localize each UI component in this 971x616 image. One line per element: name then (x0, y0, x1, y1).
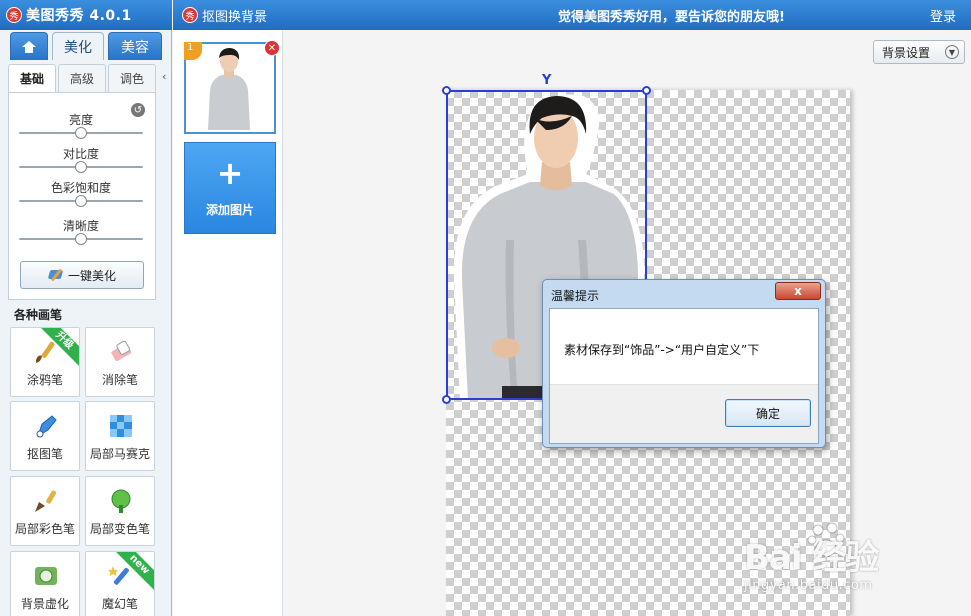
subtab-advanced[interactable]: 高级 (58, 64, 106, 92)
color-brush-icon (35, 490, 57, 512)
contrast-label: 对比度 (62, 147, 99, 161)
sharpness-slider[interactable] (19, 233, 143, 245)
brightness-slider-thumb[interactable] (75, 127, 87, 139)
dialog-message-area: 素材保存到“饰品”->“用户自定义”下 (550, 309, 818, 385)
tab-home[interactable] (10, 32, 48, 60)
thumbnail-item[interactable]: 1 ✕ (184, 40, 280, 134)
app-logo-icon: 秀 (6, 7, 22, 23)
saturation-slider-thumb[interactable] (75, 195, 87, 207)
blur-background-label: 背景虚化 (20, 597, 69, 611)
brightness-slider[interactable] (19, 127, 143, 139)
background-settings-button[interactable]: 背景设置 ▼ (873, 40, 965, 64)
collapse-panel-icon[interactable]: ‹ (162, 70, 172, 84)
eraser-tool[interactable]: 消除笔 (85, 327, 155, 397)
dialog-close-button[interactable]: x (775, 282, 821, 300)
cutout-pen-icon (36, 415, 57, 438)
rotate-handle-icon[interactable]: Y (542, 74, 554, 89)
close-icon[interactable]: ✕ (264, 40, 280, 56)
mosaic-icon (110, 415, 132, 437)
dialog-message: 素材保存到“饰品”->“用户自定义”下 (564, 343, 760, 357)
add-image-button[interactable]: + 添加图片 (184, 142, 276, 234)
eraser-label: 消除笔 (101, 373, 138, 387)
brightness-control: 亮度 (19, 111, 143, 139)
subtab-basic[interactable]: 基础 (8, 64, 56, 92)
resize-handle-top-left[interactable] (442, 86, 451, 95)
sub-tabs: 基础 高级 调色 (8, 64, 156, 92)
home-icon (22, 40, 36, 53)
saturation-control: 色彩饱和度 (19, 179, 143, 207)
magic-pen-label: 魔幻笔 (101, 597, 138, 611)
contrast-slider-thumb[interactable] (75, 161, 87, 173)
cutout-pen-tool[interactable]: 抠图笔 (10, 401, 80, 471)
left-panel: 秀 美图秀秀 4.0.1 美化 美容 基础 高级 调色 ‹ ↺ 亮度 对比度 色… (0, 0, 172, 616)
brushes-header: 各种画笔 (14, 308, 63, 322)
mosaic-label: 局部马赛克 (89, 447, 150, 461)
magic-pen-tool[interactable]: new 魔幻笔 (85, 551, 155, 616)
contrast-slider[interactable] (19, 161, 143, 173)
dialog-title: 温馨提示 (551, 289, 600, 303)
window-titlebar: 秀 抠图换背景 觉得美图秀秀好用，要告诉您的朋友哦! 登录 (173, 0, 971, 30)
sharpness-slider-thumb[interactable] (75, 233, 87, 245)
thumbnail-image (208, 48, 250, 130)
background-settings-label: 背景设置 (882, 45, 931, 60)
tab-beautify[interactable]: 美化 (52, 32, 104, 60)
window-logo-icon: 秀 (182, 7, 198, 23)
one-click-beautify-button[interactable]: 一键美化 (20, 261, 144, 289)
tip-dialog: 温馨提示 x 素材保存到“饰品”->“用户自定义”下 确定 (542, 279, 826, 448)
tab-beauty[interactable]: 美容 (108, 32, 162, 60)
sharpness-label: 清晰度 (62, 219, 99, 233)
main-tabs: 美化 美容 (10, 32, 172, 60)
dialog-body: 素材保存到“饰品”->“用户自定义”下 确定 (549, 308, 819, 444)
contrast-control: 对比度 (19, 145, 143, 173)
add-image-label: 添加图片 (205, 203, 254, 217)
graffiti-brush-label: 涂鸦笔 (26, 373, 63, 387)
slogan-text: 觉得美图秀秀好用，要告诉您的朋友哦! (558, 10, 785, 25)
sharpness-control: 清晰度 (19, 217, 143, 245)
magic-wand-icon (48, 268, 64, 282)
adjustments-panel: ↺ 亮度 对比度 色彩饱和度 清晰度 一键美化 (8, 92, 156, 300)
recolor-brush-icon (111, 489, 131, 513)
app-title: 美图秀秀 4.0.1 (26, 8, 132, 24)
one-click-beautify-label: 一键美化 (67, 268, 116, 283)
blur-background-icon (35, 567, 57, 585)
recolor-brush-tool[interactable]: 局部变色笔 (85, 476, 155, 546)
mosaic-tool[interactable]: 局部马赛克 (85, 401, 155, 471)
app-titlebar: 秀 美图秀秀 4.0.1 (0, 0, 172, 30)
cutout-pen-label: 抠图笔 (26, 447, 63, 461)
resize-handle-top-right[interactable] (642, 86, 651, 95)
saturation-slider[interactable] (19, 195, 143, 207)
thumbnail-strip: 1 ✕ + 添加图片 (173, 30, 283, 616)
plus-icon: + (216, 154, 244, 192)
graffiti-brush-tool[interactable]: 升级 涂鸦笔 (10, 327, 80, 397)
color-brush-label: 局部彩色笔 (14, 522, 75, 536)
thumbnail-index: 1 (184, 42, 202, 60)
resize-handle-bottom-left[interactable] (442, 395, 451, 404)
recolor-brush-label: 局部变色笔 (89, 522, 150, 536)
blur-background-tool[interactable]: 背景虚化 (10, 551, 80, 616)
window-title: 抠图换背景 (202, 10, 268, 25)
color-brush-tool[interactable]: 局部彩色笔 (10, 476, 80, 546)
login-link[interactable]: 登录 (930, 6, 956, 25)
subtab-color[interactable]: 调色 (108, 64, 156, 92)
brightness-label: 亮度 (68, 113, 93, 127)
eraser-icon (111, 340, 132, 361)
ok-button[interactable]: 确定 (725, 399, 811, 427)
saturation-label: 色彩饱和度 (50, 181, 111, 195)
chevron-down-icon: ▼ (945, 45, 959, 59)
